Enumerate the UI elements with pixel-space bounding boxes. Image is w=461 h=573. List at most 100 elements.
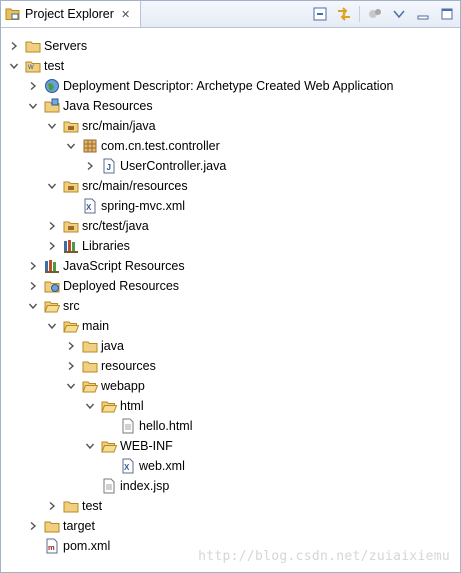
tree-item[interactable]: src/main/resources [1, 176, 460, 196]
tree-item-label: test [82, 499, 103, 513]
tree-item-label: web.xml [139, 459, 185, 473]
source-folder-icon [63, 118, 79, 134]
svg-text:W: W [28, 65, 34, 71]
tree-item[interactable]: test [1, 496, 460, 516]
tree-item-label: resources [101, 359, 156, 373]
tree-item-label: Deployment Descriptor: Archetype Created… [63, 79, 394, 93]
svg-text:X: X [86, 203, 92, 212]
tree-item[interactable]: webapp [1, 376, 460, 396]
tree-item[interactable]: Xweb.xml [1, 456, 460, 476]
tree-item[interactable]: src/main/java [1, 116, 460, 136]
view-toolbar [311, 5, 456, 23]
folder-open-icon [82, 378, 98, 394]
folder-open-icon [63, 318, 79, 334]
file-icon [101, 478, 117, 494]
tree-item[interactable]: main [1, 316, 460, 336]
chevron-right-icon[interactable] [65, 340, 77, 352]
source-folder-icon [63, 218, 79, 234]
tree-item-label: hello.html [139, 419, 193, 433]
maximize-icon[interactable] [438, 5, 456, 23]
folder-icon [63, 498, 79, 514]
minimize-icon[interactable] [414, 5, 432, 23]
tree-item[interactable]: Servers [1, 36, 460, 56]
tree-item-label: html [120, 399, 144, 413]
chevron-right-icon[interactable] [27, 80, 39, 92]
svg-text:m: m [48, 543, 55, 552]
tree-item-label: index.jsp [120, 479, 170, 493]
link-with-editor-icon[interactable] [335, 5, 353, 23]
filters-icon[interactable] [366, 5, 384, 23]
java-resources-icon [44, 98, 60, 114]
maven-file-icon: m [44, 538, 60, 554]
svg-text:X: X [124, 463, 130, 472]
tree-item[interactable]: index.jsp [1, 476, 460, 496]
tree-item[interactable]: html [1, 396, 460, 416]
package-icon [82, 138, 98, 154]
chevron-down-icon[interactable] [8, 60, 20, 72]
tree-item-label: com.cn.test.controller [101, 139, 220, 153]
tree-item[interactable]: Wtest [1, 56, 460, 76]
chevron-right-icon[interactable] [8, 40, 20, 52]
folder-open-icon [101, 438, 117, 454]
tree-item[interactable]: Deployed Resources [1, 276, 460, 296]
tree-item-label: src/main/resources [82, 179, 188, 193]
deployed-icon [44, 278, 60, 294]
chevron-right-icon[interactable] [27, 520, 39, 532]
tab-project-explorer[interactable]: Project Explorer ✕ [1, 1, 141, 27]
view-menu-icon[interactable] [390, 5, 408, 23]
tree-item[interactable]: resources [1, 356, 460, 376]
chevron-down-icon[interactable] [46, 320, 58, 332]
chevron-right-icon[interactable] [46, 240, 58, 252]
chevron-right-icon[interactable] [27, 280, 39, 292]
chevron-down-icon[interactable] [84, 400, 96, 412]
chevron-down-icon[interactable] [65, 380, 77, 392]
project-tree: Servers Wtest Deployment Descriptor: Arche… [1, 36, 460, 556]
tree-item-label: Servers [44, 39, 88, 53]
svg-text:J: J [107, 163, 111, 172]
tree-item[interactable]: Deployment Descriptor: Archetype Created… [1, 76, 460, 96]
chevron-down-icon[interactable] [27, 100, 39, 112]
collapse-all-icon[interactable] [311, 5, 329, 23]
tree-item-label: java [101, 339, 124, 353]
tree-item[interactable]: java [1, 336, 460, 356]
tree-item[interactable]: WEB-INF [1, 436, 460, 456]
project-explorer-icon [5, 6, 21, 22]
folder-icon [25, 38, 41, 54]
tree-item-label: JavaScript Resources [63, 259, 185, 273]
tree-item-label: target [63, 519, 95, 533]
library-icon [63, 238, 79, 254]
chevron-down-icon[interactable] [46, 120, 58, 132]
tree-item-label: WEB-INF [120, 439, 173, 453]
chevron-down-icon[interactable] [27, 300, 39, 312]
tree-item[interactable]: J UserController.java [1, 156, 460, 176]
chevron-right-icon[interactable] [46, 220, 58, 232]
tree-item[interactable]: src [1, 296, 460, 316]
close-icon[interactable]: ✕ [121, 8, 130, 21]
folder-icon [82, 338, 98, 354]
chevron-down-icon[interactable] [46, 180, 58, 192]
chevron-right-icon[interactable] [65, 360, 77, 372]
toolbar-separator [359, 6, 360, 22]
chevron-down-icon[interactable] [65, 140, 77, 152]
tree-item[interactable]: Java Resources [1, 96, 460, 116]
tree-item[interactable]: JavaScript Resources [1, 256, 460, 276]
chevron-right-icon[interactable] [84, 160, 96, 172]
tree-item[interactable]: hello.html [1, 416, 460, 436]
tree-item-label: Deployed Resources [63, 279, 180, 293]
source-folder-icon [63, 178, 79, 194]
watermark: http://blog.csdn.net/zuiaixiemu [198, 549, 450, 564]
tree-item[interactable]: Libraries [1, 236, 460, 256]
tree-item-label: src/test/java [82, 219, 149, 233]
tree-item[interactable]: com.cn.test.controller [1, 136, 460, 156]
tab-title: Project Explorer [25, 7, 114, 21]
folder-icon [44, 518, 60, 534]
tree-item-label: webapp [101, 379, 145, 393]
tree-item[interactable]: src/test/java [1, 216, 460, 236]
tree-item-label: spring-mvc.xml [101, 199, 186, 213]
java-file-icon: J [101, 158, 117, 174]
chevron-right-icon[interactable] [46, 500, 58, 512]
chevron-down-icon[interactable] [84, 440, 96, 452]
tree-item[interactable]: Xspring-mvc.xml [1, 196, 460, 216]
tree-item[interactable]: target [1, 516, 460, 536]
chevron-right-icon[interactable] [27, 260, 39, 272]
